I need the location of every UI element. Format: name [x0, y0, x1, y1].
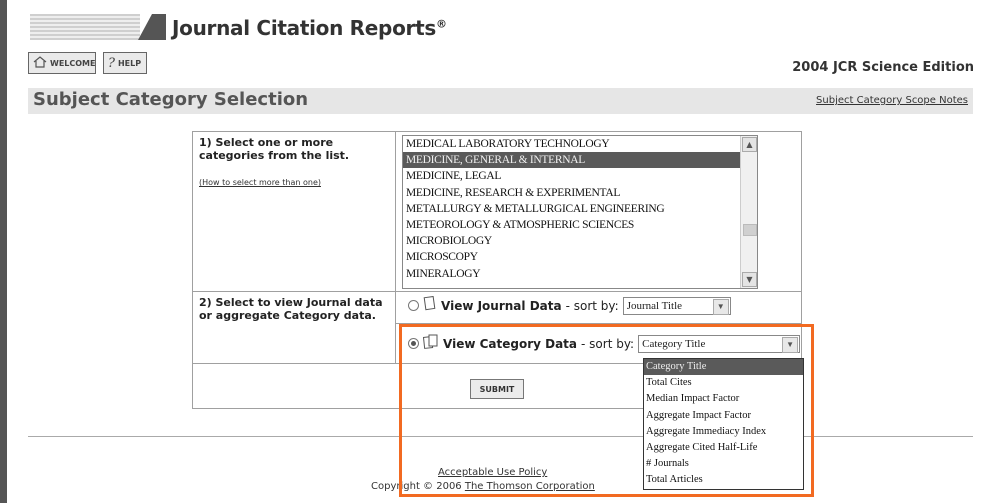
- sort-option[interactable]: Total Articles: [644, 472, 803, 488]
- category-listbox[interactable]: MEDICAL LABORATORY TECHNOLOGY MEDICINE, G…: [402, 135, 758, 289]
- question-icon: ?: [108, 55, 115, 71]
- welcome-button[interactable]: WELCOME: [28, 52, 96, 74]
- category-option[interactable]: MINERALOGY: [403, 266, 757, 282]
- step2-label: 2) Select to view Journal data or aggreg…: [199, 296, 383, 322]
- sort-option[interactable]: Category Title: [644, 359, 803, 376]
- help-label: HELP: [117, 58, 142, 68]
- copyright-line: Copyright © 2006 The Thomson Corporation: [371, 481, 595, 492]
- journal-data-radio[interactable]: [408, 300, 419, 311]
- listbox-scrollbar[interactable]: ▲ ▼: [740, 136, 757, 288]
- category-option[interactable]: MEDICAL LABORATORY TECHNOLOGY: [403, 136, 757, 152]
- logo-slash: [138, 14, 152, 40]
- journal-option-cell: View Journal Data - sort by: Journal Tit…: [395, 291, 802, 324]
- category-data-label: View Category Data: [443, 336, 578, 351]
- step2-cell: 2) Select to view Journal data or aggreg…: [192, 291, 396, 364]
- acceptable-use-link[interactable]: Acceptable Use Policy: [438, 467, 547, 478]
- scroll-down-icon[interactable]: ▼: [742, 272, 757, 287]
- edition-label: 2004 JCR Science Edition: [792, 60, 974, 75]
- scope-notes-link[interactable]: Subject Category Scope Notes: [816, 95, 968, 106]
- category-data-radio[interactable]: [408, 338, 419, 349]
- step1-cell: 1) Select one or more categories from th…: [192, 131, 396, 292]
- scroll-thumb[interactable]: [743, 224, 757, 236]
- category-icon: [422, 334, 439, 353]
- category-sort-value: Category Title: [642, 337, 706, 350]
- category-option[interactable]: METALLURGY & METALLURGICAL ENGINEERING: [403, 201, 757, 217]
- help-button[interactable]: ? HELP: [103, 52, 147, 74]
- journal-sort-value: Journal Title: [626, 299, 683, 312]
- category-option[interactable]: METEOROLOGY & ATMOSPHERIC SCIENCES: [403, 217, 757, 233]
- thomson-link[interactable]: The Thomson Corporation: [465, 481, 595, 492]
- category-option[interactable]: MEDICINE, RESEARCH & EXPERIMENTAL: [403, 185, 757, 201]
- sort-option[interactable]: Aggregate Impact Factor: [644, 408, 803, 424]
- category-option[interactable]: MEDICINE, GENERAL & INTERNAL: [403, 152, 757, 169]
- journal-option-row: View Journal Data - sort by: Journal Tit…: [408, 295, 801, 315]
- how-to-select-link[interactable]: (How to select more than one): [199, 176, 389, 189]
- journal-sort-prefix: - sort by:: [565, 298, 619, 313]
- journal-data-label: View Journal Data: [441, 298, 562, 313]
- sort-option[interactable]: Aggregate Cited Half-Life: [644, 440, 803, 456]
- logo-stripes: [30, 14, 140, 40]
- submit-button[interactable]: SUBMIT: [470, 379, 524, 399]
- sort-option[interactable]: Median Impact Factor: [644, 391, 803, 407]
- chevron-down-icon[interactable]: ▼: [712, 298, 729, 315]
- chevron-down-icon[interactable]: ▼: [782, 336, 799, 353]
- category-option[interactable]: MEDICINE, LEGAL: [403, 168, 757, 184]
- category-option[interactable]: MICROSCOPY: [403, 249, 757, 265]
- category-option-row: View Category Data - sort by: Category T…: [408, 334, 801, 353]
- sort-option[interactable]: # Journals: [644, 456, 803, 472]
- category-option[interactable]: MICROBIOLOGY: [403, 233, 757, 249]
- category-sort-select[interactable]: Category Title ▼: [638, 334, 801, 353]
- home-icon: [33, 56, 47, 70]
- copyright-text: Copyright © 2006: [371, 481, 462, 492]
- sort-option[interactable]: Aggregate Immediacy Index: [644, 424, 803, 440]
- page-title: Subject Category Selection: [33, 89, 309, 110]
- sort-dropdown-list[interactable]: Category Title Total Cites Median Impact F…: [643, 358, 804, 490]
- left-border: [0, 0, 7, 503]
- category-list-cell: MEDICAL LABORATORY TECHNOLOGY MEDICINE, G…: [395, 131, 802, 292]
- journal-sort-select[interactable]: Journal Title ▼: [622, 296, 731, 315]
- scroll-up-icon[interactable]: ▲: [742, 137, 757, 152]
- welcome-label: WELCOME: [50, 58, 96, 68]
- logo-block: [152, 14, 166, 40]
- app-title: Journal Citation Reports®: [172, 16, 447, 40]
- sort-option[interactable]: Total Cites: [644, 375, 803, 391]
- category-sort-prefix: - sort by:: [581, 336, 635, 351]
- journal-icon: [423, 295, 437, 315]
- step1-label: 1) Select one or more categories from th…: [199, 136, 350, 162]
- divider: [28, 436, 973, 437]
